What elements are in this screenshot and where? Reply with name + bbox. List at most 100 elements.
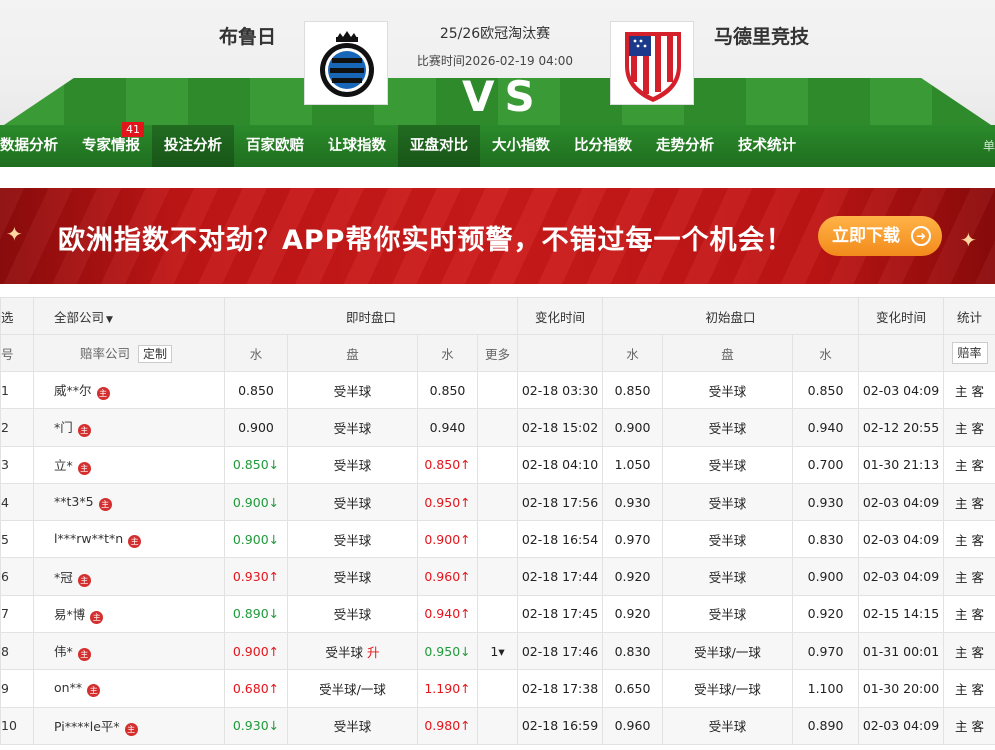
tab-data-analysis[interactable]: 数据分析: [0, 125, 70, 167]
stats-cell[interactable]: 主 客: [943, 482, 995, 522]
competition-name: 25/26欧冠淘汰赛: [439, 26, 551, 42]
initial-handicap-header: 初始盘口: [602, 297, 860, 335]
company-name[interactable]: Pi****le平*: [54, 719, 120, 734]
home-team-name[interactable]: 布鲁日: [219, 22, 276, 49]
company-name[interactable]: 易*博: [54, 607, 85, 622]
live-handicap-cell: 受半球: [287, 520, 418, 559]
company-filter-dropdown[interactable]: 全部公司 ▼: [33, 297, 225, 335]
table-row[interactable]: 8 伟* 主 0.900↑ 受半球升 0.950↓ 1▾ 02-18 17:46 0.830 受半…: [0, 632, 995, 671]
table-row[interactable]: 4 **t3*5 主 0.900↓ 受半球 0.950↑ 02-18 17:56 0.930 受…: [0, 482, 995, 522]
initial-water-2: 1.100: [792, 669, 860, 708]
home-mark-icon: 主: [124, 722, 138, 736]
company-name[interactable]: *冠: [54, 570, 73, 585]
stats-cell[interactable]: 主 客: [943, 408, 995, 447]
stats-cell[interactable]: 主 客: [943, 706, 995, 745]
initial-change-time: 02-03 04:09: [858, 557, 945, 596]
change-time: 02-18 17:38: [517, 669, 604, 708]
away-team-logo[interactable]: [610, 21, 694, 105]
live-water-2: 0.850: [417, 370, 478, 410]
initial-water-1: 0.850: [602, 370, 664, 410]
table-row[interactable]: 2 *门主 0.900 受半球 0.940 02-18 15:02 0.900 受半球 0.94…: [0, 408, 995, 447]
company-name-cell[interactable]: 威**尔主: [33, 370, 225, 410]
live-handicap-cell: 受半球: [287, 408, 418, 447]
row-index: 1: [0, 370, 34, 410]
company-name-cell[interactable]: 易*博主: [33, 594, 225, 634]
more-cell: [476, 408, 519, 447]
change-time: 02-18 17:45: [517, 594, 604, 634]
table-row[interactable]: 10 Pi****le平* 主 0.930↓ 受半球 0.980↑ 02-18 16:59 0…: [0, 706, 995, 745]
more-cell[interactable]: 1▾: [476, 632, 519, 671]
table-row[interactable]: 7 易*博主 0.890↓ 受半球 0.940↑ 02-18 17:45 0.920 受半球 0…: [0, 594, 995, 634]
company-name[interactable]: *门: [54, 420, 73, 435]
table-row[interactable]: 1 威**尔主 0.850 受半球 0.850 02-18 03:30 0.850 受半球 0.…: [0, 370, 995, 410]
company-name-cell[interactable]: on** 主: [33, 669, 225, 708]
company-name-cell[interactable]: *门主: [33, 408, 225, 447]
tab-trend-analysis[interactable]: 走势分析: [644, 125, 726, 167]
club-brugge-crest-icon: [320, 31, 374, 97]
live-water-1: 0.680↑: [224, 669, 288, 708]
table-row[interactable]: 3 立* 主 0.850↓ 受半球 0.850↑ 02-18 04:10 1.050 受半球 0.…: [0, 445, 995, 484]
customize-button[interactable]: 定制: [138, 345, 173, 363]
stats-cell[interactable]: 主 客: [943, 370, 995, 410]
home-mark-icon: 主: [90, 610, 104, 624]
live-water-2: 0.850↑: [417, 445, 478, 484]
company-name-cell[interactable]: l***rw**t*n 主: [33, 520, 225, 559]
live-handicap: 受半球: [325, 644, 363, 660]
company-name[interactable]: l***rw**t*n: [54, 531, 123, 546]
company-name-cell[interactable]: *冠主: [33, 557, 225, 596]
table-row[interactable]: 6 *冠主 0.930↑ 受半球 0.960↑ 02-18 17:44 0.920 受半球 0.…: [0, 557, 995, 596]
more-header[interactable]: 更多: [476, 334, 519, 372]
live-water-2: 0.940↑: [417, 594, 478, 634]
stats-cell[interactable]: 主 客: [943, 520, 995, 559]
initial-handicap: 受半球: [662, 557, 794, 596]
tab-betting-analysis[interactable]: 投注分析: [152, 125, 234, 167]
live-water-2: 0.960↑: [417, 557, 478, 596]
change-time: 02-18 17:44: [517, 557, 604, 596]
stats-cell[interactable]: 主 客: [943, 632, 995, 671]
tab-tech-stats[interactable]: 技术统计: [726, 125, 808, 167]
tab-expert-intel[interactable]: 专家情报 41: [70, 122, 152, 167]
table-row[interactable]: 5 l***rw**t*n 主 0.900↓ 受半球 0.900↑ 02-18 16:54 0…: [0, 520, 995, 559]
company-name[interactable]: 立*: [54, 458, 73, 473]
tab-expert-intel-label: 专家情报: [82, 138, 140, 154]
initial-water-1: 0.650: [602, 669, 664, 708]
tab-over-under-index[interactable]: 大小指数: [480, 125, 562, 167]
row-index: 5: [0, 520, 34, 559]
stats-cell[interactable]: 主 客: [943, 669, 995, 708]
company-name[interactable]: 威**尔: [54, 383, 92, 398]
company-name[interactable]: 伟*: [54, 644, 73, 659]
caret-down-icon: ▼: [106, 314, 113, 325]
download-app-button[interactable]: 立即下载 ➜: [818, 216, 942, 256]
company-name-cell[interactable]: 立* 主: [33, 445, 225, 484]
company-name-cell[interactable]: 伟* 主: [33, 632, 225, 671]
away-team-name[interactable]: 马德里竞技: [714, 22, 809, 49]
initial-water-2: 0.940: [792, 408, 860, 447]
company-name[interactable]: on**: [54, 680, 82, 695]
home-mark-icon: 主: [77, 648, 91, 662]
row-index: 6: [0, 557, 34, 596]
tab-score-index[interactable]: 比分指数: [562, 125, 644, 167]
odds-filter-button[interactable]: 赔率: [951, 342, 988, 364]
stats-cell[interactable]: 主 客: [943, 445, 995, 484]
arrow-right-icon: ➜: [911, 226, 931, 246]
tab-european-odds[interactable]: 百家欧赔: [234, 125, 316, 167]
home-team-logo[interactable]: [304, 21, 388, 105]
nav-tail-item[interactable]: 单: [983, 125, 995, 167]
home-mark-icon: 主: [77, 573, 91, 587]
initial-change-time: 02-12 20:55: [858, 408, 945, 447]
company-name-cell[interactable]: Pi****le平* 主: [33, 706, 225, 745]
match-header: 布鲁日 25/26欧冠淘汰赛 比赛时间2026-02-19 04:00 VS 马…: [0, 0, 995, 125]
live-water-1: 0.850↓: [224, 445, 288, 484]
stats-cell[interactable]: 主 客: [943, 557, 995, 596]
live-handicap-cell: 受半球: [287, 594, 418, 634]
stats-cell[interactable]: 主 客: [943, 594, 995, 634]
more-cell: [476, 557, 519, 596]
tab-asian-handicap-compare[interactable]: 亚盘对比: [398, 125, 480, 167]
table-row[interactable]: 9 on** 主 0.680↑ 受半球/一球 1.190↑ 02-18 17:38 0.650…: [0, 669, 995, 708]
company-name-cell[interactable]: **t3*5 主: [33, 482, 225, 522]
tab-handicap-index[interactable]: 让球指数: [316, 125, 398, 167]
app-download-banner[interactable]: ✦ ✦ 欧洲指数不对劲？APP帮你实时预警，不错过每一个机会！ 立即下载 ➜: [0, 188, 995, 284]
company-name[interactable]: **t3*5: [54, 494, 94, 509]
initial-handicap: 受半球: [662, 594, 794, 634]
live-water-2: 1.190↑: [417, 669, 478, 708]
